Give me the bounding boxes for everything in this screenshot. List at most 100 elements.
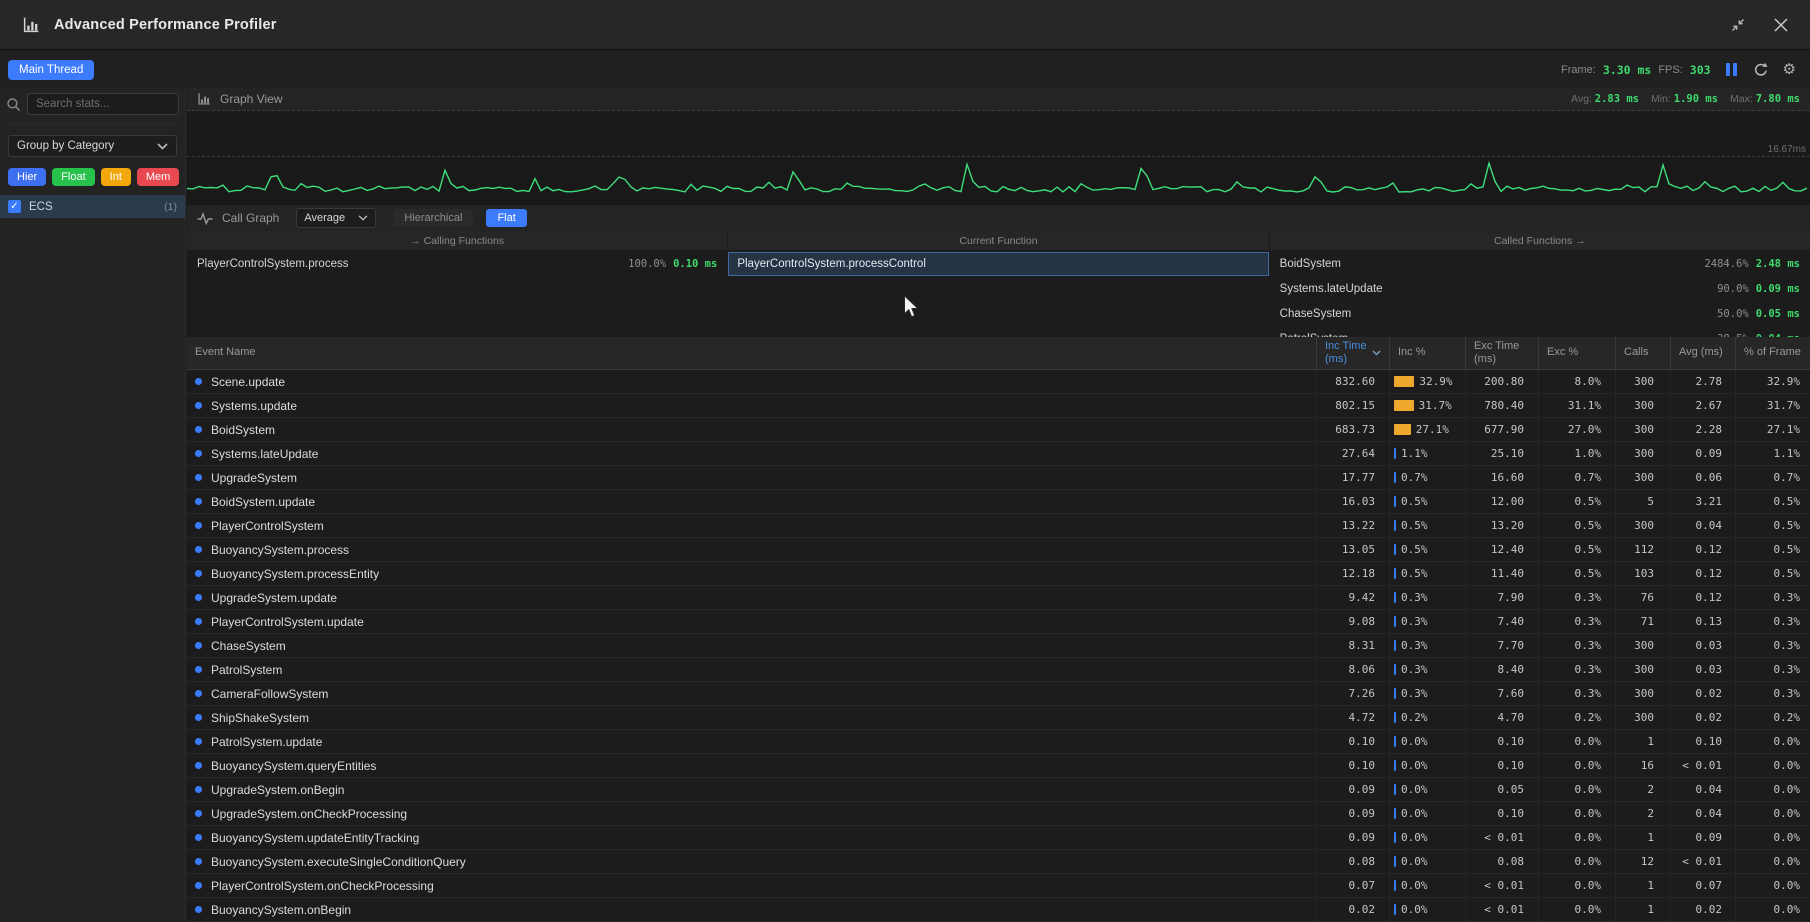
inc-pct-bar	[1394, 496, 1396, 507]
inc-pct-cell: 0.7%	[1389, 466, 1465, 489]
inc-pct-cell: 27.1%	[1389, 418, 1465, 441]
event-dot-icon	[195, 858, 202, 865]
table-row[interactable]: CameraFollowSystem7.260.3%7.600.3%3000.0…	[187, 682, 1810, 706]
aggregation-select[interactable]: Average	[296, 208, 376, 228]
table-row[interactable]: BuoyancySystem.onBegin0.020.0%< 0.010.0%…	[187, 898, 1810, 922]
called-function-row[interactable]: ChaseSystem50.0%0.05 ms	[1270, 303, 1810, 325]
table-row[interactable]: UpgradeSystem.onBegin0.090.0%0.050.0%20.…	[187, 778, 1810, 802]
event-dot-icon	[195, 666, 202, 673]
event-name-cell: UpgradeSystem	[187, 466, 1316, 489]
frame-value: 3.30 ms	[1603, 63, 1651, 77]
category-row-ecs[interactable]: ✓ECS(1)	[0, 195, 185, 218]
col-exc-time[interactable]: Exc Time (ms)	[1465, 337, 1538, 369]
group-by-select[interactable]: Group by Category	[8, 135, 177, 157]
table-row[interactable]: PatrolSystem8.060.3%8.400.3%3000.030.3%	[187, 658, 1810, 682]
table-row[interactable]: ShipShakeSystem4.720.2%4.700.2%3000.020.…	[187, 706, 1810, 730]
table-row[interactable]: ChaseSystem8.310.3%7.700.3%3000.030.3%	[187, 634, 1810, 658]
filter-chips: Hier Float Int Mem	[8, 168, 177, 186]
table-row[interactable]: UpgradeSystem.onCheckProcessing0.090.0%0…	[187, 802, 1810, 826]
event-dot-icon	[195, 786, 202, 793]
table-row[interactable]: BuoyancySystem.queryEntities0.100.0%0.10…	[187, 754, 1810, 778]
event-name-cell: BuoyancySystem.processEntity	[187, 562, 1316, 585]
event-name-cell: ChaseSystem	[187, 634, 1316, 657]
table-row[interactable]: BuoyancySystem.process13.050.5%12.400.5%…	[187, 538, 1810, 562]
gear-icon[interactable]: ⚙	[1783, 62, 1796, 77]
table-row[interactable]: UpgradeSystem17.770.7%16.600.7%3000.060.…	[187, 466, 1810, 490]
event-name-cell: CameraFollowSystem	[187, 682, 1316, 705]
checkbox-icon[interactable]: ✓	[8, 200, 21, 213]
inc-pct-cell: 0.3%	[1389, 610, 1465, 633]
current-function-box[interactable]: PlayerControlSystem.processControl	[728, 252, 1268, 276]
flat-button[interactable]: Flat	[486, 209, 526, 227]
search-row	[6, 93, 179, 125]
table-row[interactable]: Systems.update802.1531.7%780.4031.1%3002…	[187, 394, 1810, 418]
table-row[interactable]: Scene.update832.6032.9%200.808.0%3002.78…	[187, 370, 1810, 394]
table-row[interactable]: Systems.lateUpdate27.641.1%25.101.0%3000…	[187, 442, 1810, 466]
inc-pct-bar	[1394, 880, 1396, 891]
graph-stats: Avg: 2.83 ms Min: 1.90 ms Max: 7.80 ms	[1571, 93, 1800, 105]
filter-chip-float[interactable]: Float	[52, 168, 94, 186]
chevron-down-icon	[157, 143, 168, 150]
called-functions-header: Called Functions →	[1270, 231, 1810, 250]
hierarchical-button[interactable]: Hierarchical	[393, 209, 473, 227]
col-frame-pct[interactable]: % of Frame	[1735, 337, 1810, 369]
category-list: ✓ECS(1)	[0, 195, 185, 218]
group-by-value: Group by Category	[17, 140, 114, 152]
restore-window-icon[interactable]	[1730, 17, 1746, 33]
event-name-cell: PlayerControlSystem.update	[187, 610, 1316, 633]
col-event-name[interactable]: Event Name	[187, 337, 1316, 369]
table-row[interactable]: BuoyancySystem.updateEntityTracking0.090…	[187, 826, 1810, 850]
close-icon[interactable]	[1774, 18, 1788, 32]
col-avg[interactable]: Avg (ms)	[1670, 337, 1735, 369]
called-function-row[interactable]: Systems.lateUpdate90.0%0.09 ms	[1270, 278, 1810, 300]
frame-time-graph[interactable]: 16.67ms	[187, 112, 1810, 205]
frame-stats: Frame: 3.30 ms FPS: 303 ⚙	[1561, 62, 1810, 78]
event-dot-icon	[195, 474, 202, 481]
inc-pct-cell: 0.3%	[1389, 682, 1465, 705]
col-inc-time[interactable]: Inc Time (ms)	[1316, 337, 1389, 369]
filter-chip-mem[interactable]: Mem	[137, 168, 179, 186]
col-calls[interactable]: Calls	[1615, 337, 1670, 369]
event-name-cell: PlayerControlSystem	[187, 514, 1316, 537]
sidebar: Group by Category Hier Float Int Mem ✓ECS(1…	[0, 88, 186, 922]
search-input[interactable]	[27, 93, 179, 115]
table-row[interactable]: PatrolSystem.update0.100.0%0.100.0%10.10…	[187, 730, 1810, 754]
inc-pct-cell: 31.7%	[1389, 394, 1465, 417]
filter-chip-hier[interactable]: Hier	[8, 168, 46, 186]
refresh-icon[interactable]	[1752, 62, 1768, 78]
stats-table-body: Scene.update832.6032.9%200.808.0%3002.78…	[187, 370, 1810, 922]
event-name-cell: BoidSystem.update	[187, 490, 1316, 513]
inc-pct-bar	[1394, 688, 1396, 699]
inc-pct-bar	[1394, 376, 1414, 387]
main-thread-tab[interactable]: Main Thread	[8, 60, 94, 80]
table-row[interactable]: UpgradeSystem.update9.420.3%7.900.3%760.…	[187, 586, 1810, 610]
max-label: Max:	[1730, 93, 1753, 105]
inc-pct-bar	[1394, 544, 1396, 555]
called-function-row[interactable]: PatrolSystem38.5%0.04 ms	[1270, 328, 1810, 337]
graph-view-icon	[197, 92, 211, 106]
table-row[interactable]: PlayerControlSystem.onCheckProcessing0.0…	[187, 874, 1810, 898]
called-function-row[interactable]: BoidSystem2484.6%2.48 ms	[1270, 253, 1810, 275]
stats-table: Event Name Inc Time (ms) Inc % Exc Time …	[187, 337, 1810, 922]
col-exc-pct[interactable]: Exc %	[1538, 337, 1615, 369]
inc-pct-cell: 0.5%	[1389, 514, 1465, 537]
table-row[interactable]: BuoyancySystem.executeSingleConditionQue…	[187, 850, 1810, 874]
fps-value: 303	[1690, 63, 1711, 77]
table-row[interactable]: PlayerControlSystem.update9.080.3%7.400.…	[187, 610, 1810, 634]
col-inc-pct[interactable]: Inc %	[1389, 337, 1465, 369]
calling-function-row[interactable]: PlayerControlSystem.process100.0%0.10 ms	[187, 253, 727, 275]
graph-sparkline	[187, 112, 1810, 205]
window-controls	[1730, 17, 1810, 33]
called-functions-column: Called Functions → BoidSystem2484.6%2.48…	[1270, 231, 1810, 337]
event-name-cell: PatrolSystem.update	[187, 730, 1316, 753]
table-row[interactable]: PlayerControlSystem13.220.5%13.200.5%300…	[187, 514, 1810, 538]
table-row[interactable]: BuoyancySystem.processEntity12.180.5%11.…	[187, 562, 1810, 586]
filter-chip-int[interactable]: Int	[101, 168, 131, 186]
table-row[interactable]: BoidSystem683.7327.1%677.9027.0%3002.282…	[187, 418, 1810, 442]
table-row[interactable]: BoidSystem.update16.030.5%12.000.5%53.21…	[187, 490, 1810, 514]
stats-table-header: Event Name Inc Time (ms) Inc % Exc Time …	[187, 337, 1810, 370]
pause-icon[interactable]	[1726, 63, 1737, 76]
event-dot-icon	[195, 522, 202, 529]
avg-value: 2.83 ms	[1595, 93, 1639, 105]
inc-pct-bar	[1394, 424, 1411, 435]
